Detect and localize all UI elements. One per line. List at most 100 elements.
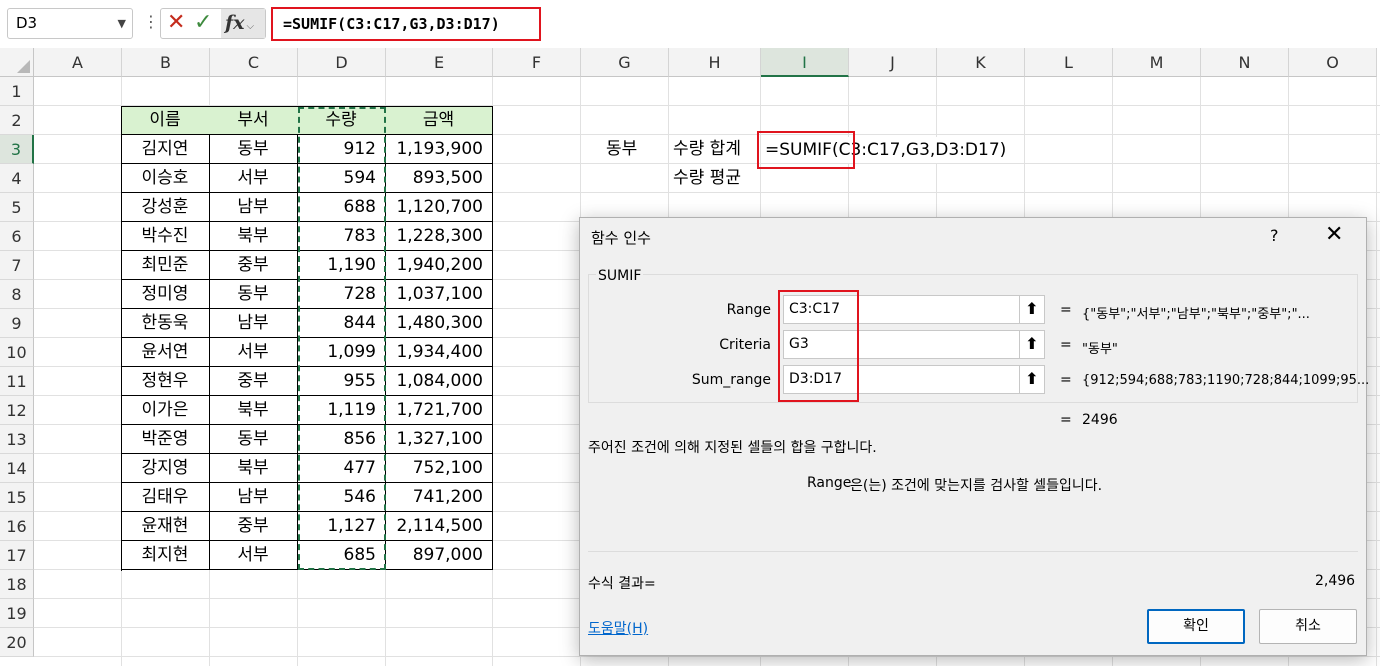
column-header-a[interactable]: A: [34, 48, 122, 77]
row-header-12[interactable]: 12: [0, 396, 34, 425]
row-header-1[interactable]: 1: [0, 77, 34, 106]
table-header-name[interactable]: 이름: [121, 106, 210, 135]
table-cell-amount[interactable]: 893,500: [385, 164, 493, 193]
table-cell-dept[interactable]: 중부: [209, 367, 298, 396]
help-link[interactable]: 도움말(H): [588, 618, 648, 638]
table-cell-dept[interactable]: 북부: [209, 454, 298, 483]
criteria-cell[interactable]: 동부: [606, 135, 637, 164]
table-cell-amount[interactable]: 1,940,200: [385, 251, 493, 280]
table-cell-dept[interactable]: 서부: [209, 338, 298, 367]
table-cell-name[interactable]: 윤서연: [121, 338, 210, 367]
row-header-19[interactable]: 19: [0, 599, 34, 628]
table-cell-name[interactable]: 강성훈: [121, 193, 210, 222]
table-cell-amount[interactable]: 1,934,400: [385, 338, 493, 367]
table-cell-dept[interactable]: 중부: [209, 512, 298, 541]
row-header-7[interactable]: 7: [0, 251, 34, 280]
row-header-17[interactable]: 17: [0, 541, 34, 570]
table-cell-dept[interactable]: 동부: [209, 425, 298, 454]
table-cell-dept[interactable]: 남부: [209, 483, 298, 512]
table-cell-amount[interactable]: 1,084,000: [385, 367, 493, 396]
column-header-h[interactable]: H: [669, 48, 761, 77]
table-cell-amount[interactable]: 1,327,100: [385, 425, 493, 454]
table-cell-name[interactable]: 이가은: [121, 396, 210, 425]
table-cell-dept[interactable]: 동부: [209, 135, 298, 164]
table-cell-name[interactable]: 정미영: [121, 280, 210, 309]
table-cell-amount[interactable]: 1,721,700: [385, 396, 493, 425]
row-header-16[interactable]: 16: [0, 512, 34, 541]
row-header-13[interactable]: 13: [0, 425, 34, 454]
table-cell-name[interactable]: 한동욱: [121, 309, 210, 338]
table-cell-amount[interactable]: 1,193,900: [385, 135, 493, 164]
row-header-3[interactable]: 3: [0, 135, 34, 164]
insert-function-button[interactable]: fx ⌵: [221, 9, 265, 38]
row-header-4[interactable]: 4: [0, 164, 34, 193]
table-header-dept[interactable]: 부서: [209, 106, 298, 135]
table-cell-dept[interactable]: 북부: [209, 396, 298, 425]
column-header-l[interactable]: L: [1025, 48, 1113, 77]
column-header-n[interactable]: N: [1201, 48, 1289, 77]
formula-input[interactable]: =SUMIF(C3:C17,G3,D3:D17): [271, 7, 541, 41]
table-cell-amount[interactable]: 1,120,700: [385, 193, 493, 222]
table-cell-amount[interactable]: 741,200: [385, 483, 493, 512]
row-header-2[interactable]: 2: [0, 106, 34, 135]
table-cell-dept[interactable]: 서부: [209, 541, 298, 570]
name-box[interactable]: D3 ▼: [7, 8, 133, 39]
table-cell-dept[interactable]: 북부: [209, 222, 298, 251]
collapse-dialog-icon[interactable]: ⬆: [1020, 330, 1045, 359]
table-cell-dept[interactable]: 남부: [209, 309, 298, 338]
column-header-b[interactable]: B: [122, 48, 210, 77]
column-header-f[interactable]: F: [493, 48, 581, 77]
select-all-button[interactable]: [0, 48, 34, 77]
table-cell-dept[interactable]: 동부: [209, 280, 298, 309]
collapse-dialog-icon[interactable]: ⬆: [1020, 365, 1045, 394]
column-header-c[interactable]: C: [210, 48, 298, 77]
row-header-6[interactable]: 6: [0, 222, 34, 251]
table-cell-amount[interactable]: 1,037,100: [385, 280, 493, 309]
column-header-m[interactable]: M: [1113, 48, 1201, 77]
avg-label-cell[interactable]: 수량 평균: [673, 164, 741, 193]
table-header-amount[interactable]: 금액: [385, 106, 493, 135]
table-cell-name[interactable]: 최지현: [121, 541, 210, 570]
table-cell-amount[interactable]: 2,114,500: [385, 512, 493, 541]
column-header-e[interactable]: E: [386, 48, 493, 77]
table-cell-amount[interactable]: 1,480,300: [385, 309, 493, 338]
row-header-5[interactable]: 5: [0, 193, 34, 222]
column-header-j[interactable]: J: [849, 48, 937, 77]
table-cell-name[interactable]: 박준영: [121, 425, 210, 454]
check-icon[interactable]: ✓: [194, 10, 212, 35]
row-header-10[interactable]: 10: [0, 338, 34, 367]
table-cell-amount[interactable]: 1,228,300: [385, 222, 493, 251]
close-icon[interactable]: ✕: [1325, 222, 1343, 247]
cancel-icon[interactable]: ✕: [167, 10, 185, 35]
column-header-g[interactable]: G: [581, 48, 669, 77]
table-cell-name[interactable]: 윤재현: [121, 512, 210, 541]
table-cell-dept[interactable]: 중부: [209, 251, 298, 280]
table-cell-name[interactable]: 박수진: [121, 222, 210, 251]
table-cell-name[interactable]: 김지연: [121, 135, 210, 164]
column-header-d[interactable]: D: [298, 48, 386, 77]
row-header-11[interactable]: 11: [0, 367, 34, 396]
table-cell-dept[interactable]: 서부: [209, 164, 298, 193]
table-cell-amount[interactable]: 897,000: [385, 541, 493, 570]
row-header-15[interactable]: 15: [0, 483, 34, 512]
more-options-icon[interactable]: ⋮: [143, 12, 159, 31]
table-cell-name[interactable]: 강지영: [121, 454, 210, 483]
column-header-o[interactable]: O: [1289, 48, 1377, 77]
table-cell-name[interactable]: 이승호: [121, 164, 210, 193]
table-cell-name[interactable]: 최민준: [121, 251, 210, 280]
row-header-20[interactable]: 20: [0, 628, 34, 657]
chevron-down-icon[interactable]: ▼: [118, 9, 126, 38]
cancel-button[interactable]: 취소: [1259, 609, 1357, 644]
row-header-14[interactable]: 14: [0, 454, 34, 483]
table-cell-name[interactable]: 정현우: [121, 367, 210, 396]
column-header-i[interactable]: I: [761, 48, 849, 77]
sum-label-cell[interactable]: 수량 합계: [673, 135, 741, 164]
column-header-k[interactable]: K: [937, 48, 1025, 77]
table-cell-name[interactable]: 김태우: [121, 483, 210, 512]
table-cell-amount[interactable]: 752,100: [385, 454, 493, 483]
row-header-9[interactable]: 9: [0, 309, 34, 338]
ok-button[interactable]: 확인: [1147, 609, 1245, 644]
row-header-18[interactable]: 18: [0, 570, 34, 599]
table-cell-dept[interactable]: 남부: [209, 193, 298, 222]
row-header-8[interactable]: 8: [0, 280, 34, 309]
